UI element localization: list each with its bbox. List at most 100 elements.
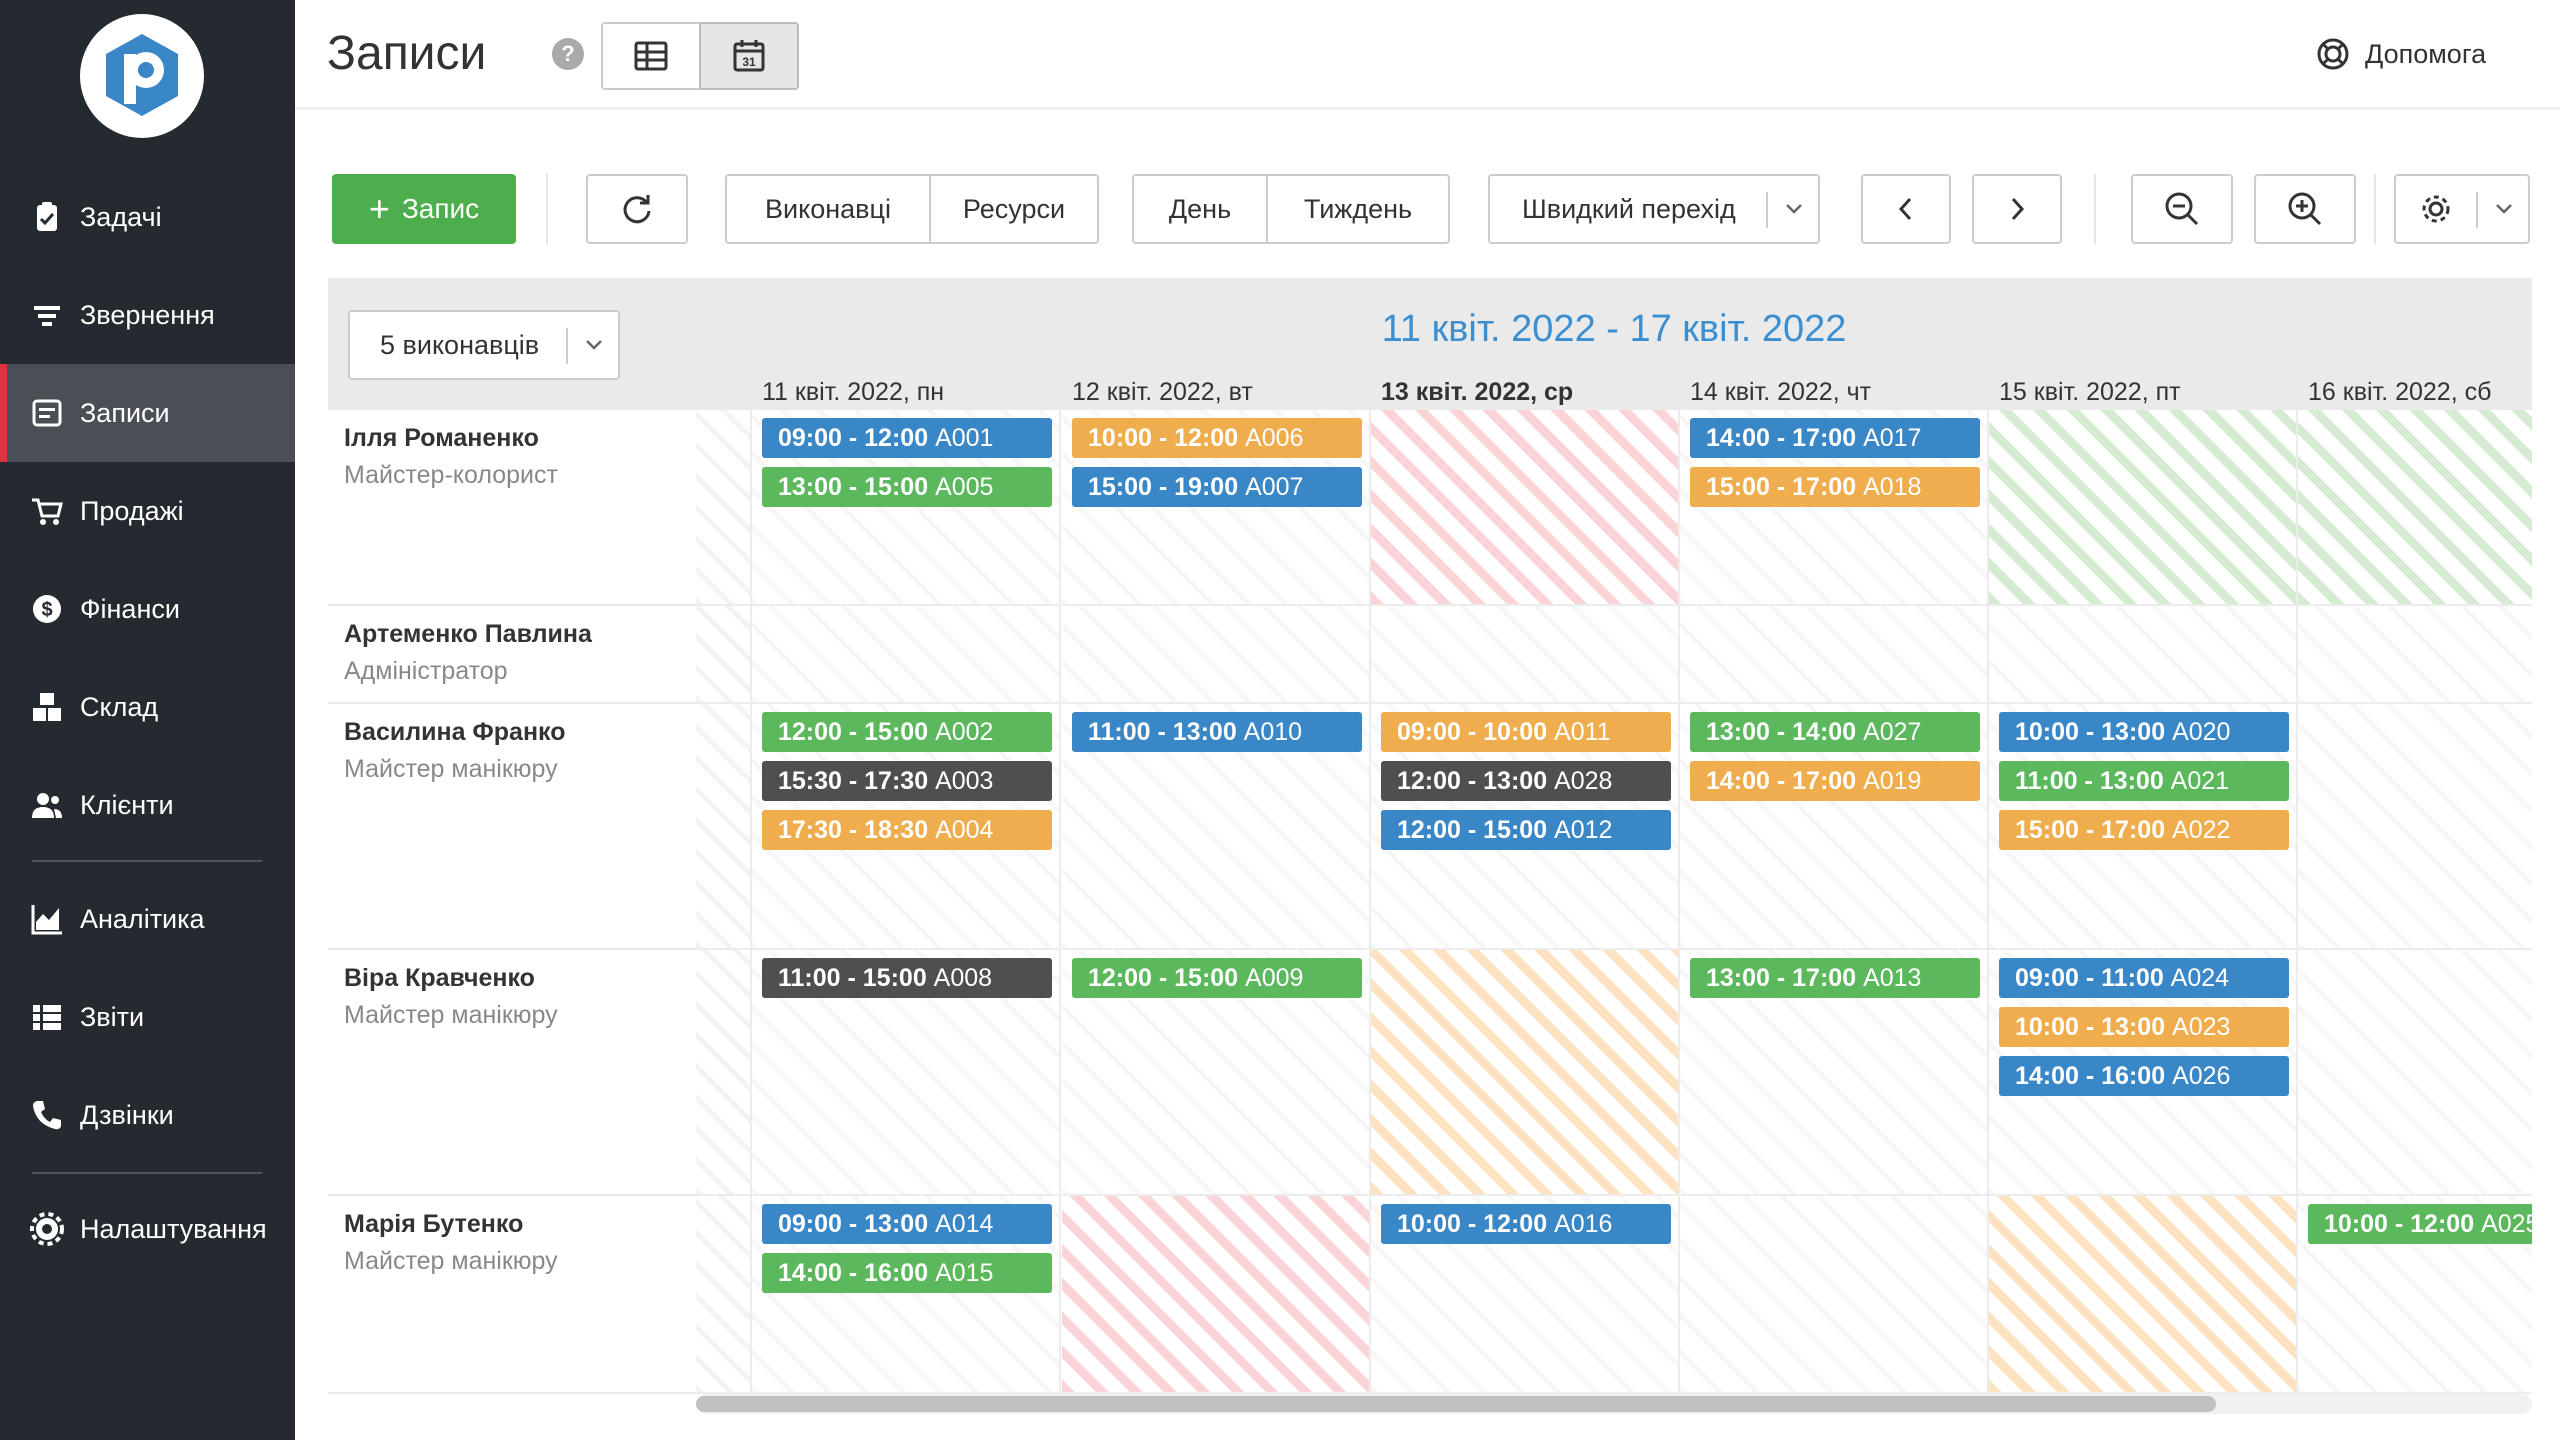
- settings-dropdown-button[interactable]: [2394, 174, 2530, 244]
- sidebar-item[interactable]: Задачі: [0, 168, 295, 266]
- refresh-button[interactable]: [586, 174, 688, 244]
- appointment-block[interactable]: 13:00 - 17:00 A013: [1690, 958, 1980, 998]
- day-cell[interactable]: [2298, 950, 2532, 1196]
- appointment-time: 15:00 - 17:00: [2015, 816, 2166, 844]
- appointment-block[interactable]: 09:00 - 12:00 A001: [762, 418, 1052, 458]
- appointment-block[interactable]: 10:00 - 13:00 A023: [1999, 1007, 2289, 1047]
- performers-count-select[interactable]: 5 виконавців: [348, 310, 620, 380]
- performers-toggle[interactable]: Виконавці: [725, 174, 931, 244]
- appointment-block[interactable]: 10:00 - 13:00 A020: [1999, 712, 2289, 752]
- appointment-block[interactable]: 15:30 - 17:30 A003: [762, 761, 1052, 801]
- resources-toggle[interactable]: Ресурси: [929, 174, 1099, 244]
- appointment-code: A027: [1863, 718, 1922, 746]
- chevron-down-icon: [1786, 204, 1802, 214]
- sidebar-item[interactable]: Аналітика: [0, 870, 295, 968]
- day-cell[interactable]: [1680, 606, 1989, 704]
- appointment-code: A009: [1245, 964, 1304, 992]
- sidebar-item[interactable]: Звернення: [0, 266, 295, 364]
- appointment-block[interactable]: 13:00 - 14:00 A027: [1690, 712, 1980, 752]
- dollar-circle-icon: $: [30, 592, 64, 626]
- appointment-time: 12:00 - 15:00: [778, 718, 929, 746]
- appointment-code: A019: [1863, 767, 1922, 795]
- next-week-button[interactable]: [1972, 174, 2062, 244]
- grid-row-lead: [696, 606, 752, 704]
- appointment-block[interactable]: 09:00 - 10:00 A011: [1381, 712, 1671, 752]
- appointment-block[interactable]: 11:00 - 13:00 A021: [1999, 761, 2289, 801]
- appointment-block[interactable]: 12:00 - 15:00 A009: [1072, 958, 1362, 998]
- zoom-out-button[interactable]: [2131, 174, 2233, 244]
- sidebar-item[interactable]: Продажі: [0, 462, 295, 560]
- sidebar-item[interactable]: Налаштування: [0, 1180, 295, 1278]
- appointment-block[interactable]: 15:00 - 17:00 A018: [1690, 467, 1980, 507]
- appointment-block[interactable]: 17:30 - 18:30 A004: [762, 810, 1052, 850]
- week-view-toggle[interactable]: Тиждень: [1266, 174, 1450, 244]
- sidebar-item-label: Записи: [80, 397, 170, 428]
- appointment-block[interactable]: 10:00 - 12:00 A025: [2308, 1204, 2532, 1244]
- appointment-time: 12:00 - 15:00: [1088, 964, 1239, 992]
- help-question-icon[interactable]: ?: [552, 38, 584, 70]
- appointment-block[interactable]: 15:00 - 19:00 A007: [1072, 467, 1362, 507]
- sidebar-item[interactable]: Дзвінки: [0, 1066, 295, 1164]
- appointment-block[interactable]: 14:00 - 16:00 A015: [762, 1253, 1052, 1293]
- day-cell[interactable]: [1371, 606, 1680, 704]
- day-cell[interactable]: [1062, 606, 1371, 704]
- appointment-block[interactable]: 12:00 - 13:00 A028: [1381, 761, 1671, 801]
- day-view-toggle[interactable]: День: [1132, 174, 1268, 244]
- appointment-time: 09:00 - 12:00: [778, 424, 929, 452]
- sidebar-item[interactable]: Звіти: [0, 968, 295, 1066]
- day-cell[interactable]: [2298, 410, 2532, 606]
- day-cell[interactable]: [2298, 606, 2532, 704]
- appointment-block[interactable]: 14:00 - 16:00 A026: [1999, 1056, 2289, 1096]
- zoom-in-button[interactable]: [2254, 174, 2356, 244]
- prev-week-button[interactable]: [1861, 174, 1951, 244]
- horizontal-scrollbar[interactable]: [696, 1394, 2532, 1414]
- day-column-header: 11 квіт. 2022, пн: [762, 378, 945, 406]
- week-calendar-grid: 11 квіт. 2022 - 17 квіт. 2022 11 квіт. 2…: [696, 278, 2532, 1394]
- appointment-block[interactable]: 14:00 - 17:00 A017: [1690, 418, 1980, 458]
- day-cell[interactable]: [2298, 704, 2532, 950]
- appointment-block[interactable]: 10:00 - 12:00 A006: [1072, 418, 1362, 458]
- day-cell[interactable]: [1989, 1196, 2298, 1394]
- day-cell[interactable]: [752, 606, 1061, 704]
- sidebar-item[interactable]: $ Фінанси: [0, 560, 295, 658]
- appointment-block[interactable]: 09:00 - 11:00 A024: [1999, 958, 2289, 998]
- table-view-button[interactable]: [601, 22, 701, 90]
- quick-jump-select[interactable]: Швидкий перехід: [1488, 174, 1820, 244]
- appointment-block[interactable]: 10:00 - 12:00 A016: [1381, 1204, 1671, 1244]
- appointment-code: A006: [1245, 424, 1304, 452]
- resource-row: Артеменко Павлина Адміністратор: [328, 606, 696, 704]
- help-link[interactable]: Допомога: [2315, 36, 2486, 72]
- appointment-time: 14:00 - 17:00: [1706, 767, 1857, 795]
- appointment-code: A007: [1245, 473, 1304, 501]
- day-cell[interactable]: [1371, 950, 1680, 1196]
- appointment-code: A022: [2172, 816, 2231, 844]
- day-column-header: 15 квіт. 2022, пт: [1999, 378, 2181, 406]
- scrollbar-thumb[interactable]: [696, 1396, 2216, 1412]
- appointment-code: A025: [2481, 1210, 2532, 1238]
- day-cell[interactable]: [1680, 1196, 1989, 1394]
- appointment-block[interactable]: 14:00 - 17:00 A019: [1690, 761, 1980, 801]
- clipboard-check-icon: [30, 200, 64, 234]
- day-cell[interactable]: [1989, 606, 2298, 704]
- day-cell[interactable]: [1062, 1196, 1371, 1394]
- appointment-block[interactable]: 12:00 - 15:00 A002: [762, 712, 1052, 752]
- day-cell[interactable]: [1989, 410, 2298, 606]
- day-cell[interactable]: [1371, 410, 1680, 606]
- calendar-view-button[interactable]: 31: [699, 22, 799, 90]
- page-title: Записи: [327, 27, 487, 80]
- sidebar-item[interactable]: Склад: [0, 658, 295, 756]
- appointment-block[interactable]: 13:00 - 15:00 A005: [762, 467, 1052, 507]
- appointment-block[interactable]: 15:00 - 17:00 A022: [1999, 810, 2289, 850]
- appointment-time: 15:30 - 17:30: [778, 767, 929, 795]
- appointment-block[interactable]: 11:00 - 13:00 A010: [1072, 712, 1362, 752]
- appointment-time: 09:00 - 11:00: [2015, 964, 2164, 992]
- sidebar-item[interactable]: Клієнти: [0, 756, 295, 854]
- sidebar-item[interactable]: Записи: [0, 364, 295, 462]
- performers-label: Виконавці: [765, 193, 891, 224]
- add-record-button[interactable]: + Запис: [332, 174, 516, 244]
- appointment-block[interactable]: 09:00 - 13:00 A014: [762, 1204, 1052, 1244]
- app-logo[interactable]: [80, 14, 204, 138]
- appointment-block[interactable]: 12:00 - 15:00 A012: [1381, 810, 1671, 850]
- appointment-block[interactable]: 11:00 - 15:00 A008: [762, 958, 1052, 998]
- grid-row-lead: [696, 704, 752, 950]
